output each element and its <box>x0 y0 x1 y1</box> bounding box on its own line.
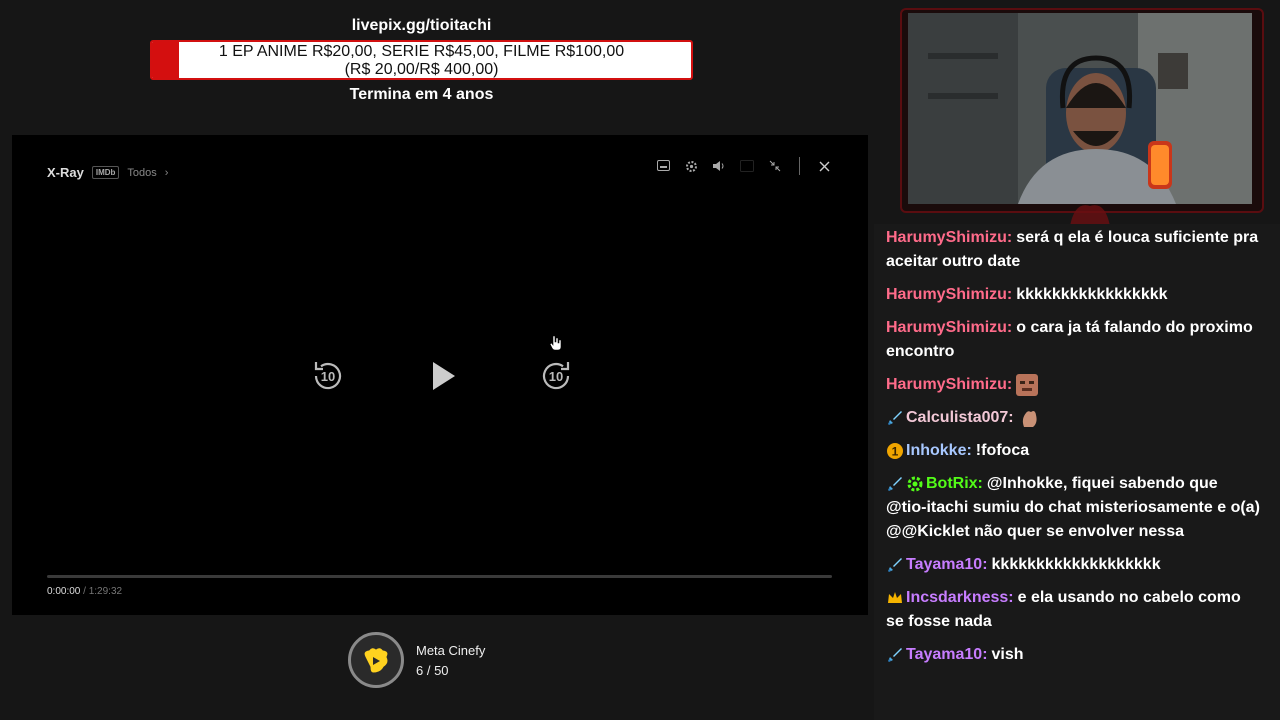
chat-message: Incsdarkness: e ela usando no cabelo como… <box>886 586 1260 634</box>
chat-username[interactable]: HarumyShimizu: <box>886 376 1012 393</box>
chat-text: vish <box>991 646 1024 663</box>
rewind-10-button[interactable]: 10 <box>307 355 349 397</box>
controls-divider <box>799 157 800 175</box>
time-separator: / <box>83 586 86 597</box>
meta-goal-widget: Meta Cinefy 6 / 50 <box>348 632 485 688</box>
chat-message: BotRix: @Inhokke, fiquei sabendo que @tio… <box>886 472 1260 544</box>
video-player[interactable]: X-Ray IMDb Todos › 10 10 0:00:00 / 1:29:… <box>12 135 868 615</box>
donation-goal-widget: livepix.gg/tioitachi 1 EP ANIME R$20,00,… <box>150 14 693 104</box>
imdb-badge: IMDb <box>91 166 120 179</box>
chat-username[interactable]: Incsdarkness: <box>906 589 1014 606</box>
webcam-image <box>908 13 1252 204</box>
chat-username[interactable]: Tayama10: <box>906 556 988 573</box>
chat-text: kkkkkkkkkkkkkkkkk <box>1016 286 1168 303</box>
popcorn-icon <box>363 647 389 673</box>
chat-username[interactable]: Inhokke: <box>906 442 972 459</box>
chat-username[interactable]: HarumyShimizu: <box>886 319 1012 336</box>
hand-emote <box>1018 407 1040 429</box>
chat-username[interactable]: HarumyShimizu: <box>886 286 1012 303</box>
minimize-icon[interactable] <box>767 158 783 174</box>
xray-all-link[interactable]: Todos <box>127 167 156 179</box>
chat-message: HarumyShimizu: <box>886 373 1260 397</box>
goal-prices: 1 EP ANIME R$20,00, SERIE R$45,00, FILME… <box>218 43 625 60</box>
meta-logo <box>348 632 404 688</box>
sword-icon <box>886 409 904 427</box>
chat-username[interactable]: Tayama10: <box>906 646 988 663</box>
chat-message: HarumyShimizu: kkkkkkkkkkkkkkkkk <box>886 283 1260 307</box>
rewind-label: 10 <box>321 369 335 384</box>
chat-panel: HarumyShimizu: será q ela é louca suficie… <box>874 224 1280 720</box>
settings-icon[interactable] <box>683 158 699 174</box>
timecode: 0:00:00 / 1:29:32 <box>47 586 122 597</box>
bot-gear-icon <box>906 475 924 493</box>
meta-count: 6 / 50 <box>416 662 449 678</box>
chat-messages: HarumyShimizu: será q ela é louca suficie… <box>886 226 1260 676</box>
svg-text:1: 1 <box>892 444 899 458</box>
forward-10-button[interactable]: 10 <box>535 355 577 397</box>
goal-progress-bar: 1 EP ANIME R$20,00, SERIE R$45,00, FILME… <box>150 40 693 80</box>
player-top-controls <box>655 157 832 175</box>
donation-url: livepix.gg/tioitachi <box>351 17 492 34</box>
play-button[interactable] <box>422 355 464 397</box>
seek-bar[interactable] <box>47 575 832 578</box>
meta-name: Meta Cinefy <box>416 642 486 658</box>
goal-ends: Termina em 4 anos <box>349 86 494 103</box>
chat-username[interactable]: BotRix: <box>926 475 983 492</box>
crown-icon <box>886 589 904 607</box>
chat-username[interactable]: HarumyShimizu: <box>886 229 1012 246</box>
forward-label: 10 <box>549 369 563 384</box>
webcam-feed <box>908 13 1252 204</box>
chat-text: kkkkkkkkkkkkkkkkkkk <box>991 556 1161 573</box>
sword-icon <box>886 646 904 664</box>
face-emote <box>1016 373 1039 396</box>
close-icon[interactable] <box>816 158 832 174</box>
goal-amount: (R$ 20,00/R$ 400,00) <box>344 61 499 78</box>
sword-icon <box>886 556 904 574</box>
chevron-right-icon: › <box>164 166 169 179</box>
chat-text: !fofoca <box>975 442 1030 459</box>
meta-info: Meta Cinefy 6 / 50 <box>416 643 485 678</box>
mouse-cursor-icon <box>549 335 562 356</box>
chat-message: Calculista007: <box>886 406 1260 430</box>
chat-message: 1 Inhokke: !fofoca <box>886 439 1260 463</box>
volume-icon[interactable] <box>711 158 727 174</box>
rewind-icon: 10 <box>314 362 342 390</box>
chat-message: Tayama10: vish <box>886 643 1260 667</box>
current-time: 0:00:00 <box>47 586 81 597</box>
subtitles-icon[interactable] <box>655 158 671 174</box>
pip-icon[interactable] <box>739 158 755 174</box>
playback-controls: 10 10 <box>307 355 573 397</box>
chat-message: HarumyShimizu: o cara ja tá falando do pr… <box>886 316 1260 364</box>
number-one-icon: 1 <box>886 442 904 460</box>
sword-icon <box>886 475 904 493</box>
forward-icon: 10 <box>542 362 570 390</box>
xray-header: X-Ray IMDb Todos › <box>47 165 168 180</box>
total-time: 1:29:32 <box>88 586 123 597</box>
goal-text: 1 EP ANIME R$20,00, SERIE R$45,00, FILME… <box>152 43 691 78</box>
xray-title: X-Ray <box>47 165 84 180</box>
chat-message: Tayama10: kkkkkkkkkkkkkkkkkkk <box>886 553 1260 577</box>
play-icon <box>433 362 455 390</box>
chat-username[interactable]: Calculista007: <box>906 409 1014 426</box>
chat-message: HarumyShimizu: será q ela é louca suficie… <box>886 226 1260 274</box>
